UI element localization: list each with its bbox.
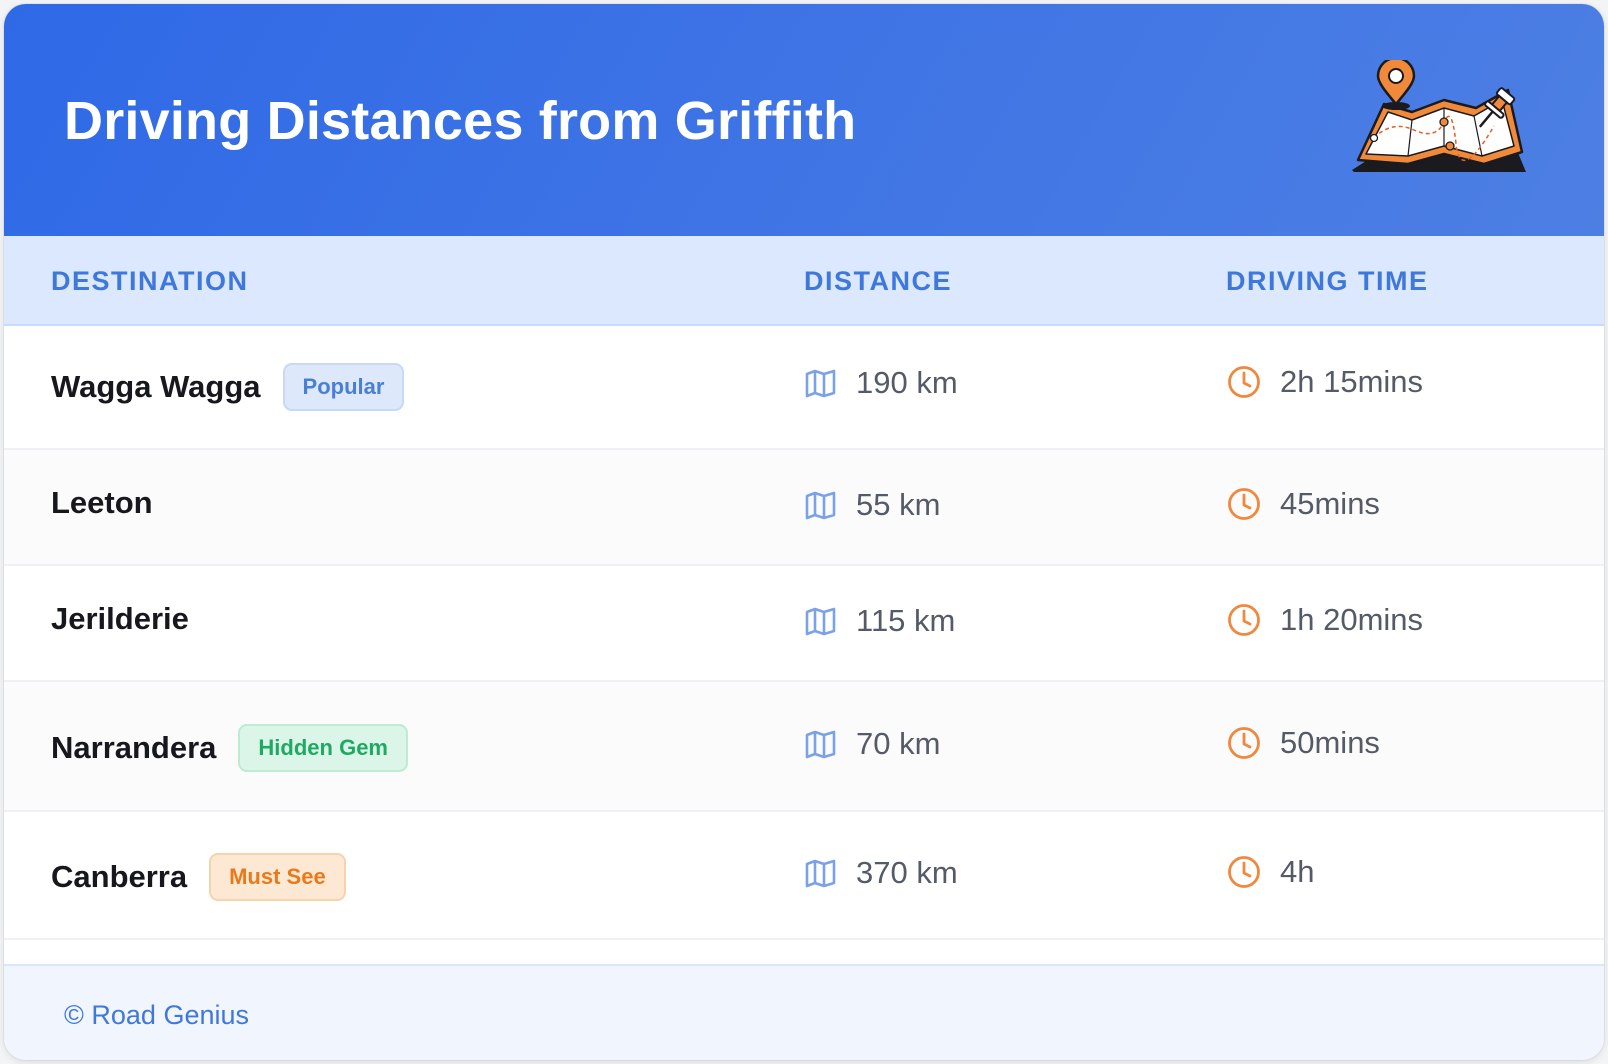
- card-header: Driving Distances from Griffith: [4, 4, 1604, 236]
- distance-cell: 190 km: [804, 365, 958, 401]
- map-icon: [805, 607, 836, 636]
- table-row[interactable]: Wagga Wagga Popular 190 km 2h 15mins: [4, 322, 1604, 450]
- table-row[interactable]: Canberra Must See 370 km 4h: [4, 812, 1604, 940]
- driving-time-cell: 2h 15mins: [1226, 364, 1423, 400]
- driving-time-value: 1h 20mins: [1280, 602, 1424, 637]
- column-header-driving-time[interactable]: DRIVING TIME: [1226, 266, 1429, 297]
- driving-time-value: 50mins: [1280, 725, 1380, 760]
- destination-cell: Leeton: [51, 485, 175, 521]
- clock-icon: [1228, 856, 1260, 888]
- destination-name: Narrandera: [51, 730, 217, 765]
- map-icon: [805, 491, 836, 520]
- status-badge: Hidden Gem: [238, 724, 408, 772]
- distance-cell: 70 km: [804, 726, 940, 762]
- destination-name: Leeton: [51, 485, 153, 520]
- status-badge: Must See: [209, 853, 346, 901]
- driving-time-value: 2h 15mins: [1280, 364, 1424, 399]
- distance-value: 370 km: [856, 855, 958, 890]
- distance-value: 70 km: [856, 726, 941, 761]
- card-footer: © Road Genius: [4, 964, 1604, 1060]
- column-header-distance[interactable]: DISTANCE: [804, 266, 952, 297]
- clock-icon: [1228, 366, 1260, 398]
- map-icon: [805, 859, 836, 888]
- driving-time-value: 45mins: [1280, 486, 1380, 521]
- distance-card: Driving Distances from Griffith DESTINAT…: [4, 4, 1604, 1060]
- distance-value: 115 km: [856, 603, 956, 638]
- clock-icon: [1228, 604, 1260, 636]
- distance-value: 55 km: [856, 487, 941, 522]
- clock-icon: [1228, 488, 1260, 520]
- page-title: Driving Distances from Griffith: [64, 91, 857, 151]
- distance-value: 190 km: [856, 365, 958, 400]
- distance-cell: 115 km: [804, 603, 955, 639]
- map-icon: [805, 369, 836, 398]
- driving-time-cell: 50mins: [1226, 725, 1380, 761]
- destination-cell: Narrandera Hidden Gem: [51, 724, 408, 772]
- driving-time-cell: 45mins: [1226, 486, 1380, 522]
- destination-name: Canberra: [51, 859, 188, 894]
- driving-time-cell: 4h: [1226, 854, 1314, 890]
- distance-cell: 370 km: [804, 855, 958, 891]
- clock-icon: [1228, 727, 1260, 759]
- destination-name: Jerilderie: [51, 601, 189, 636]
- driving-time-value: 4h: [1280, 854, 1315, 889]
- destination-cell: Canberra Must See: [51, 853, 346, 901]
- table-row[interactable]: Narrandera Hidden Gem 70 km 50mins: [4, 682, 1604, 812]
- map-with-pins-icon: [1352, 60, 1526, 172]
- table-row[interactable]: Jerilderie 115 km 1h 20mins: [4, 566, 1604, 682]
- map-icon: [805, 730, 836, 759]
- copyright-text: © Road Genius: [64, 1000, 249, 1030]
- column-header-destination[interactable]: DESTINATION: [51, 266, 249, 297]
- distance-cell: 55 km: [804, 487, 940, 523]
- driving-time-cell: 1h 20mins: [1226, 602, 1423, 638]
- table-row[interactable]: Leeton 55 km 45mins: [4, 450, 1604, 566]
- destination-name: Wagga Wagga: [51, 369, 261, 404]
- destination-cell: Wagga Wagga Popular: [51, 363, 405, 411]
- status-badge: Popular: [282, 363, 405, 411]
- table-header: DESTINATION DISTANCE DRIVING TIME: [4, 236, 1604, 326]
- destination-cell: Jerilderie: [51, 601, 211, 637]
